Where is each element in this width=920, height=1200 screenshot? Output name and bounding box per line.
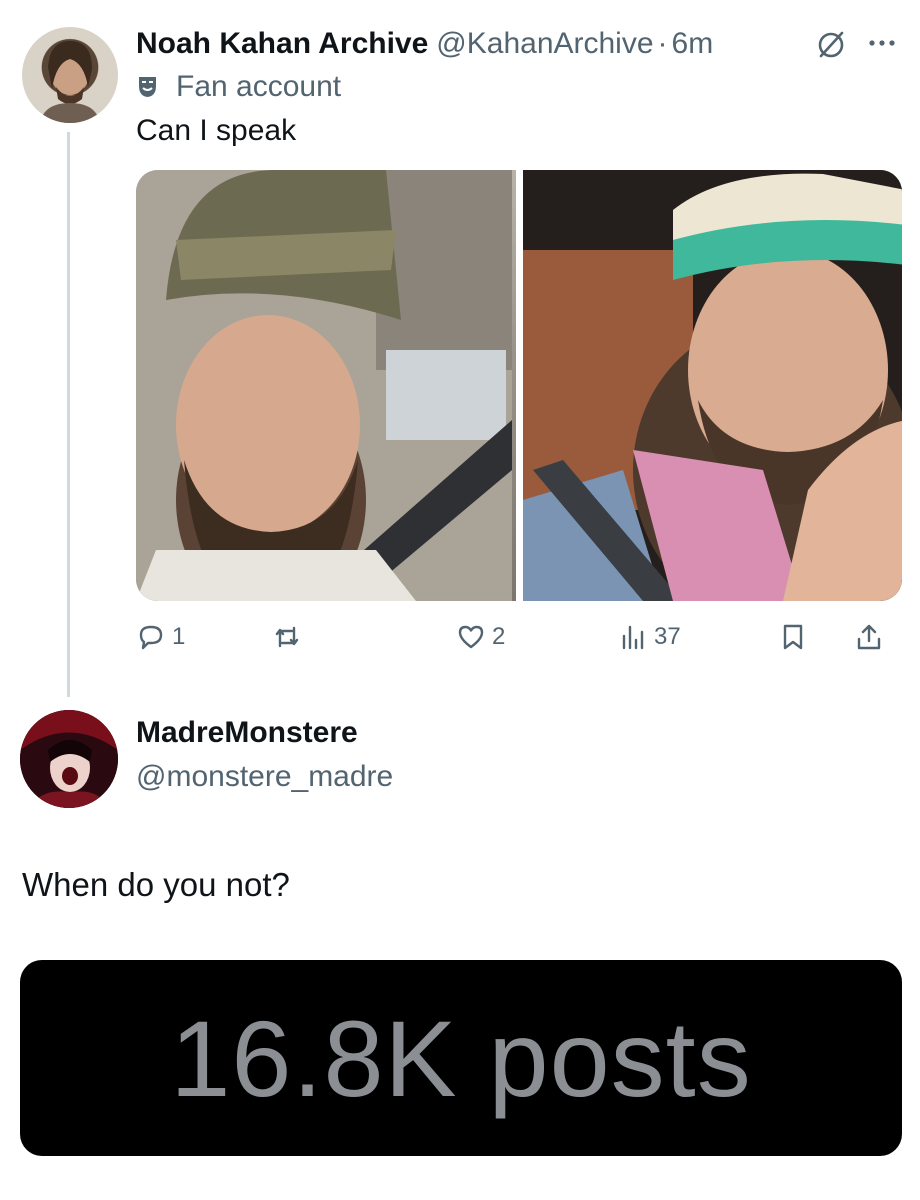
tweet-header: Noah Kahan Archive @KahanArchive · 6m (136, 24, 713, 64)
tweet-photo-1[interactable] (136, 170, 516, 601)
views-icon (622, 625, 644, 650)
heart-icon (458, 625, 484, 649)
bookmark-button[interactable] (778, 615, 808, 659)
repost-button[interactable] (272, 615, 308, 659)
tweet-time[interactable]: 6m (672, 27, 714, 61)
like-button[interactable]: 2 (456, 615, 505, 659)
share-button[interactable] (854, 615, 884, 659)
view-count: 37 (654, 623, 681, 650)
reply-text: When do you not? (22, 866, 290, 903)
tweet-actions: 1 2 37 (136, 615, 902, 659)
separator-dot: · (657, 27, 668, 60)
author-display-name[interactable]: Noah Kahan Archive (136, 27, 428, 61)
reply-avatar-portrait (20, 710, 118, 808)
reply-author-handle[interactable]: @monstere_madre (136, 760, 393, 794)
post-count-banner: 16.8K posts (20, 960, 902, 1156)
author-handle[interactable]: @KahanArchive (436, 27, 653, 61)
share-icon (857, 624, 881, 650)
reply-icon (139, 625, 163, 650)
account-label-text: Fan account (176, 70, 342, 103)
more-icon[interactable] (862, 26, 902, 60)
thread-line (67, 132, 70, 697)
like-count: 2 (492, 623, 506, 650)
grok-icon[interactable] (814, 28, 848, 62)
media-grid (136, 170, 902, 601)
author-avatar[interactable] (22, 27, 118, 123)
theater-mask-icon (139, 77, 156, 97)
views-button[interactable]: 37 (618, 615, 681, 659)
reply-author-avatar[interactable] (20, 710, 118, 808)
author-avatar-portrait (40, 41, 100, 123)
repost-icon (275, 626, 299, 648)
reply-count: 1 (172, 623, 186, 650)
tweet-photo-2[interactable] (522, 170, 902, 601)
tweet-text: Can I speak (136, 114, 297, 147)
photo-1-illustration (136, 170, 512, 601)
reply-button[interactable]: 1 (136, 615, 185, 659)
post-count-text: 16.8K posts (170, 997, 752, 1119)
account-label[interactable]: Fan account (136, 68, 341, 106)
photo-2-illustration (522, 170, 902, 601)
bookmark-icon (783, 624, 803, 650)
reply-author-display-name[interactable]: MadreMonstere (136, 716, 358, 750)
